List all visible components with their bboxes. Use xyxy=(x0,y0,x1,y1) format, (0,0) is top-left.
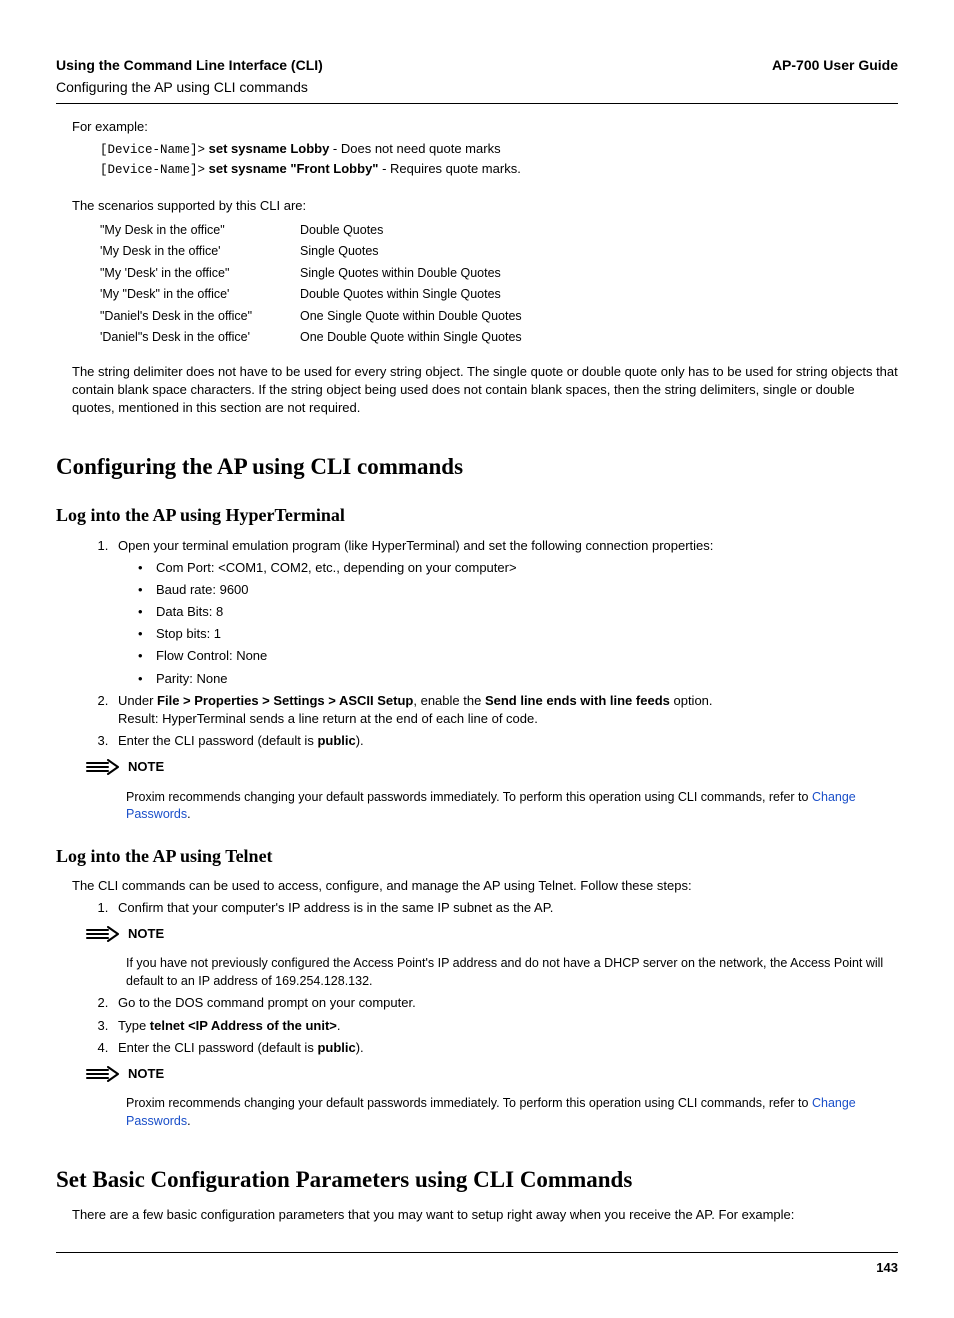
basic-config-para: There are a few basic configuration para… xyxy=(72,1206,898,1224)
note-content: NOTE xyxy=(128,758,898,780)
quote-example: 'My "Desk" in the office' xyxy=(100,286,300,304)
note-text: If you have not previously configured th… xyxy=(126,955,898,990)
note-text-b: . xyxy=(187,1114,190,1128)
desc-2: - Requires quote marks. xyxy=(378,161,520,176)
step-item: Open your terminal emulation program (li… xyxy=(112,537,898,688)
cmd-1: set sysname Lobby xyxy=(209,141,330,156)
table-row: "My 'Desk' in the office"Single Quotes w… xyxy=(100,263,898,285)
prompt-1: [Device-Name]> xyxy=(100,143,205,157)
step-text: Open your terminal emulation program (li… xyxy=(118,538,713,553)
quote-desc: Double Quotes within Single Quotes xyxy=(300,286,501,304)
heading-basic-config: Set Basic Configuration Parameters using… xyxy=(56,1164,898,1196)
quote-example: 'Daniel"s Desk in the office' xyxy=(100,329,300,347)
step-item: Type telnet <IP Address of the unit>. xyxy=(112,1017,898,1035)
step-item: Enter the CLI password (default is publi… xyxy=(112,1039,898,1057)
list-item: Com Port: <COM1, COM2, etc., depending o… xyxy=(138,559,898,577)
prompt-2: [Device-Name]> xyxy=(100,163,205,177)
step-text-c: , enable the xyxy=(413,693,485,708)
step-result: Result: HyperTerminal sends a line retur… xyxy=(118,710,898,728)
note-text-b: . xyxy=(187,807,190,821)
list-item: Parity: None xyxy=(138,670,898,688)
list-item: Data Bits: 8 xyxy=(138,603,898,621)
telnet-steps-2: Go to the DOS command prompt on your com… xyxy=(112,994,898,1057)
telnet-steps-1: Confirm that your computer's IP address … xyxy=(112,899,898,917)
scenarios-lead: The scenarios supported by this CLI are: xyxy=(72,197,898,215)
note-text-a: Proxim recommends changing your default … xyxy=(126,790,812,804)
note-block: NOTE xyxy=(86,1065,898,1087)
quote-desc: Double Quotes xyxy=(300,222,383,240)
step-text-b: public xyxy=(317,1040,355,1055)
step-item: Enter the CLI password (default is publi… xyxy=(112,732,898,750)
heading-configuring: Configuring the AP using CLI commands xyxy=(56,451,898,483)
note-arrow-icon xyxy=(86,926,120,947)
example-line-2: [Device-Name]> set sysname "Front Lobby"… xyxy=(100,160,898,180)
quote-desc: Single Quotes within Double Quotes xyxy=(300,265,501,283)
quote-desc: One Single Quote within Double Quotes xyxy=(300,308,522,326)
step-text-c: . xyxy=(337,1018,341,1033)
quote-desc: One Double Quote within Single Quotes xyxy=(300,329,522,347)
note-label: NOTE xyxy=(128,925,898,943)
table-row: 'My Desk in the office'Single Quotes xyxy=(100,241,898,263)
header-divider xyxy=(56,103,898,104)
header-title-right: AP-700 User Guide xyxy=(772,56,898,76)
heading-hyperterminal: Log into the AP using HyperTerminal xyxy=(56,503,898,528)
for-example-label: For example: xyxy=(72,118,898,136)
note-content: NOTE xyxy=(128,925,898,947)
note-label: NOTE xyxy=(128,1065,898,1083)
note-arrow-icon xyxy=(86,1066,120,1087)
step-text-b: telnet <IP Address of the unit> xyxy=(150,1018,337,1033)
step-item: Confirm that your computer's IP address … xyxy=(112,899,898,917)
step-text-c: ). xyxy=(356,733,364,748)
step-text-b: File > Properties > Settings > ASCII Set… xyxy=(157,693,413,708)
step-text-d: Send line ends with line feeds xyxy=(485,693,670,708)
table-row: 'My "Desk" in the office'Double Quotes w… xyxy=(100,284,898,306)
page-number: 143 xyxy=(56,1259,898,1277)
note-block: NOTE xyxy=(86,758,898,780)
table-row: "Daniel's Desk in the office"One Single … xyxy=(100,306,898,328)
header-title-left: Using the Command Line Interface (CLI) xyxy=(56,56,323,76)
step-text-a: Enter the CLI password (default is xyxy=(118,733,317,748)
quote-example: 'My Desk in the office' xyxy=(100,243,300,261)
list-item: Stop bits: 1 xyxy=(138,625,898,643)
desc-1: - Does not need quote marks xyxy=(329,141,500,156)
step-text-a: Enter the CLI password (default is xyxy=(118,1040,317,1055)
cmd-2: set sysname "Front Lobby" xyxy=(209,161,379,176)
quote-example: "Daniel's Desk in the office" xyxy=(100,308,300,326)
list-item: Flow Control: None xyxy=(138,647,898,665)
header-subtitle: Configuring the AP using CLI commands xyxy=(56,78,898,98)
quote-example: "My Desk in the office" xyxy=(100,222,300,240)
step-text-a: Under xyxy=(118,693,157,708)
note-text: Proxim recommends changing your default … xyxy=(126,789,898,824)
note-block: NOTE xyxy=(86,925,898,947)
step-text-b: public xyxy=(317,733,355,748)
step-text-c: ). xyxy=(356,1040,364,1055)
note-arrow-icon xyxy=(86,759,120,780)
quote-example: "My 'Desk' in the office" xyxy=(100,265,300,283)
delimiter-paragraph: The string delimiter does not have to be… xyxy=(72,363,898,418)
connection-properties-list: Com Port: <COM1, COM2, etc., depending o… xyxy=(138,559,898,688)
step-text-e: option. xyxy=(670,693,713,708)
quote-desc: Single Quotes xyxy=(300,243,379,261)
table-row: "My Desk in the office"Double Quotes xyxy=(100,220,898,242)
note-label: NOTE xyxy=(128,758,898,776)
footer-divider xyxy=(56,1252,898,1253)
table-row: 'Daniel"s Desk in the office'One Double … xyxy=(100,327,898,349)
telnet-intro: The CLI commands can be used to access, … xyxy=(72,877,898,895)
heading-telnet: Log into the AP using Telnet xyxy=(56,844,898,869)
step-item: Under File > Properties > Settings > ASC… xyxy=(112,692,898,728)
note-text: Proxim recommends changing your default … xyxy=(126,1095,898,1130)
note-content: NOTE xyxy=(128,1065,898,1087)
example-line-1: [Device-Name]> set sysname Lobby - Does … xyxy=(100,140,898,160)
hyperterminal-steps: Open your terminal emulation program (li… xyxy=(112,537,898,751)
note-text-a: Proxim recommends changing your default … xyxy=(126,1096,812,1110)
list-item: Baud rate: 9600 xyxy=(138,581,898,599)
step-item: Go to the DOS command prompt on your com… xyxy=(112,994,898,1012)
step-text-a: Type xyxy=(118,1018,150,1033)
quotes-table: "My Desk in the office"Double Quotes 'My… xyxy=(100,220,898,349)
page-header: Using the Command Line Interface (CLI) A… xyxy=(56,56,898,76)
